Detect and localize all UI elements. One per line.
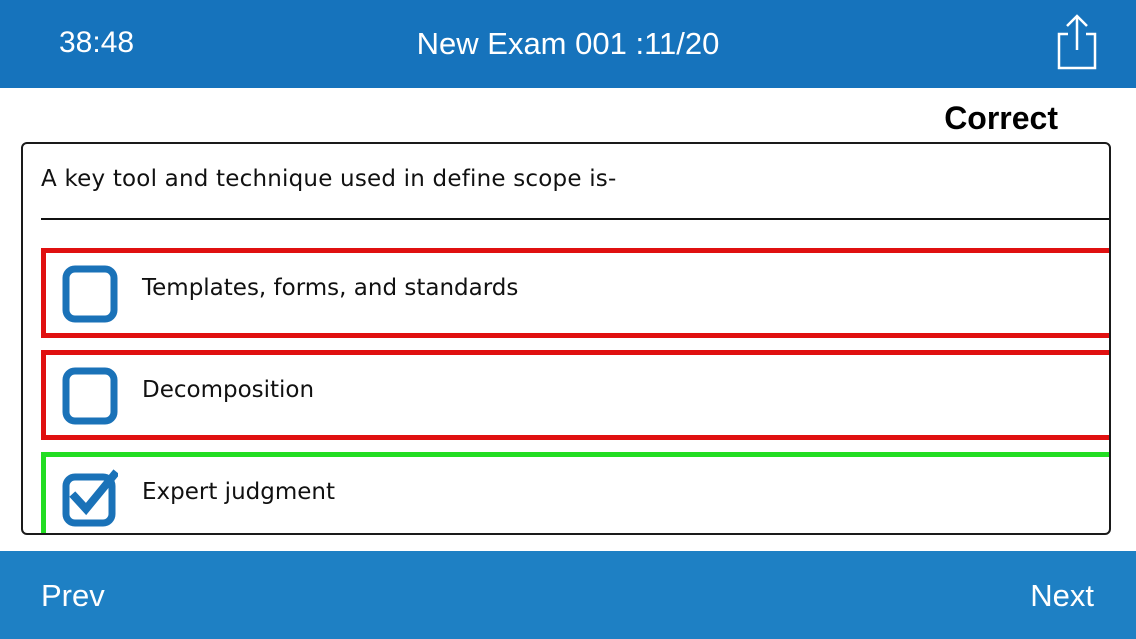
checkbox-checked-icon xyxy=(62,469,118,527)
top-bar: 38:48 New Exam 001 :11/20 xyxy=(0,0,1136,88)
answer-option-3[interactable]: Expert judgment xyxy=(41,452,1109,533)
answer-option-2[interactable]: Decomposition xyxy=(41,350,1109,440)
next-button[interactable]: Next xyxy=(1030,578,1094,614)
bottom-nav-bar: Prev Next xyxy=(0,551,1136,639)
share-button[interactable] xyxy=(1050,12,1100,72)
question-card: A key tool and technique used in define … xyxy=(21,142,1111,535)
answer-option-label: Decomposition xyxy=(142,377,315,403)
exam-title: New Exam 001 :11/20 xyxy=(416,26,720,61)
question-text: A key tool and technique used in define … xyxy=(41,166,617,192)
checkbox-unchecked-icon xyxy=(62,367,118,425)
share-icon xyxy=(1057,14,1097,70)
answer-option-1[interactable]: Templates, forms, and standards xyxy=(41,248,1109,338)
checkbox-unchecked-icon xyxy=(62,265,118,323)
answer-option-label: Expert judgment xyxy=(142,479,335,505)
prev-button[interactable]: Prev xyxy=(41,578,105,614)
result-label: Correct xyxy=(944,100,1058,136)
question-divider xyxy=(41,218,1109,220)
answer-option-label: Templates, forms, and standards xyxy=(142,275,519,301)
